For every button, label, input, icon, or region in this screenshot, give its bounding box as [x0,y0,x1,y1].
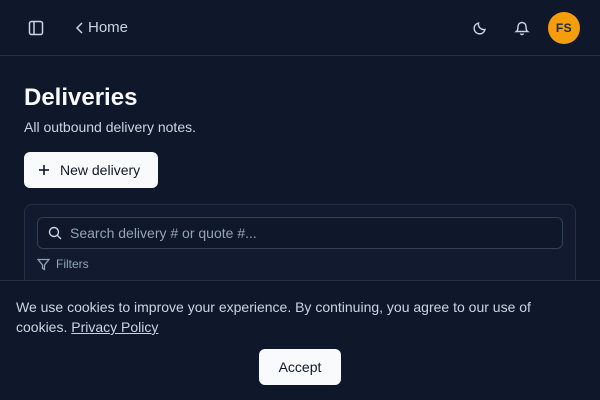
notifications-button[interactable] [508,14,536,42]
search-icon [48,226,62,240]
breadcrumb-home-link[interactable]: Home [88,19,128,36]
user-avatar[interactable]: FS [548,12,580,44]
moon-icon [473,22,486,35]
new-delivery-button[interactable]: New delivery [24,152,158,188]
filters-label: Filters [56,257,89,271]
filters-toggle[interactable]: Filters [37,257,89,271]
cookie-message: We use cookies to improve your experienc… [16,297,584,337]
bell-icon [514,21,530,36]
search-input[interactable] [70,225,550,241]
cookie-banner: We use cookies to improve your experienc… [0,280,600,400]
accept-cookies-button[interactable]: Accept [259,349,341,385]
chevron-left-icon [75,22,83,34]
sidebar-toggle-button[interactable] [22,14,50,42]
filter-icon [37,258,50,271]
privacy-policy-link[interactable]: Privacy Policy [71,319,158,335]
accept-label: Accept [278,359,322,375]
new-delivery-label: New delivery [60,162,141,178]
search-field[interactable] [37,217,563,249]
avatar-initials: FS [555,21,573,35]
page-title: Deliveries [24,84,138,111]
theme-toggle-button[interactable] [466,14,494,42]
plus-icon [39,165,49,175]
top-bar: Home FS [0,0,600,56]
sidebar-toggle-icon [28,20,44,36]
page-subtitle: All outbound delivery notes. [24,119,196,135]
